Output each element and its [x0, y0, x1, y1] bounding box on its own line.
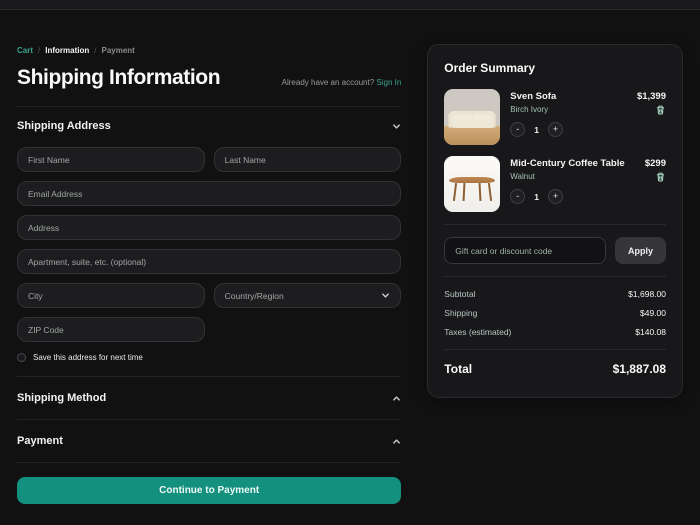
top-nav-bar [0, 0, 700, 10]
cart-item-sven-sofa: Sven Sofa $1,399 Birch Ivory - 1 + [444, 89, 666, 145]
table-illustration [444, 156, 501, 212]
save-address-checkbox-row[interactable]: Save this address for next time [17, 353, 401, 362]
divider [444, 349, 666, 350]
quantity-value: 1 [534, 124, 540, 135]
item-variant: Walnut [510, 172, 535, 181]
checkout-page: Cart / Information / Payment Shipping In… [0, 10, 700, 504]
order-summary-title: Order Summary [444, 61, 535, 75]
apply-button[interactable]: Apply [614, 237, 666, 264]
item-details: Mid-Century Coffee Table $299 Walnut - 1 [510, 156, 666, 212]
section-payment[interactable]: Payment [17, 420, 401, 462]
section-title: Payment [17, 435, 63, 447]
apartment-input[interactable] [17, 249, 402, 274]
item-variant: Birch Ivory [510, 105, 549, 114]
address-input[interactable] [17, 215, 402, 240]
breadcrumb-payment: Payment [101, 46, 135, 55]
breadcrumb-information: Information [45, 46, 90, 55]
shipping-row: Shipping $49.00 [444, 308, 666, 318]
order-summary-panel: Order Summary Sven Sofa $1,399 Birch Ivo… [427, 44, 683, 398]
email-input[interactable] [17, 181, 402, 206]
continue-to-payment-button[interactable]: Continue to Payment [17, 477, 402, 504]
grand-total-row: Total $1,887.08 [444, 362, 666, 376]
first-name-input[interactable] [17, 147, 205, 172]
total-value: $1,887.08 [612, 362, 666, 376]
country-select-label: Country/Region [224, 290, 284, 301]
save-address-label: Save this address for next time [33, 353, 143, 362]
product-image-coffee-table [444, 156, 501, 212]
trash-icon [656, 105, 665, 114]
remove-item-button[interactable] [655, 171, 666, 182]
chevron-down-icon [393, 123, 401, 129]
shipping-label: Shipping [444, 308, 478, 318]
decrease-quantity-button[interactable]: - [510, 122, 526, 137]
increase-quantity-button[interactable]: + [548, 122, 564, 137]
increase-quantity-button[interactable]: + [548, 189, 564, 204]
item-price: $1,399 [636, 91, 666, 102]
taxes-value: $140.08 [635, 327, 666, 337]
sign-in-link[interactable]: Sign In [376, 78, 401, 87]
divider [444, 276, 666, 277]
item-price: $299 [644, 158, 666, 169]
subtotal-value: $1,698.00 [628, 289, 666, 299]
chevron-down-icon [382, 293, 390, 298]
quantity-stepper: - 1 + [510, 122, 666, 137]
breadcrumb-cart[interactable]: Cart [17, 46, 33, 55]
sofa-illustration [444, 89, 501, 145]
taxes-row: Taxes (estimated) $140.08 [444, 327, 666, 337]
quantity-value: 1 [534, 191, 540, 202]
account-prompt-row: Already have an account? Sign In [282, 78, 402, 90]
total-label: Total [444, 362, 473, 376]
product-image-sofa [444, 89, 501, 145]
decrease-quantity-button[interactable]: - [510, 189, 526, 204]
shipping-address-form: Country/Region [17, 147, 402, 342]
breadcrumb: Cart / Information / Payment [17, 46, 401, 55]
trash-icon [656, 172, 665, 181]
breadcrumb-separator: / [94, 46, 97, 55]
shipping-form-column: Cart / Information / Payment Shipping In… [17, 10, 402, 504]
section-shipping-method[interactable]: Shipping Method [17, 377, 401, 419]
divider [444, 224, 666, 225]
remove-item-button[interactable] [655, 104, 666, 115]
city-input[interactable] [17, 283, 205, 308]
chevron-up-icon [393, 395, 401, 401]
section-title: Shipping Address [17, 120, 111, 132]
last-name-input[interactable] [213, 147, 402, 172]
zip-input[interactable] [17, 317, 205, 342]
divider [17, 462, 402, 463]
country-select[interactable]: Country/Region [213, 283, 402, 308]
section-shipping-address[interactable]: Shipping Address [17, 107, 401, 145]
shipping-value: $49.00 [640, 308, 666, 318]
section-title: Shipping Method [17, 392, 107, 404]
gift-card-row: Apply [444, 237, 666, 264]
page-header: Shipping Information Already have an acc… [17, 66, 401, 90]
cart-item-coffee-table: Mid-Century Coffee Table $299 Walnut - 1 [444, 156, 666, 212]
breadcrumb-separator: / [38, 46, 41, 55]
page-title: Shipping Information [17, 66, 221, 89]
subtotal-row: Subtotal $1,698.00 [444, 289, 666, 299]
account-prompt-text: Already have an account? [281, 78, 375, 87]
item-details: Sven Sofa $1,399 Birch Ivory - 1 + [510, 89, 666, 145]
item-name: Sven Sofa [510, 91, 557, 102]
subtotal-label: Subtotal [444, 289, 476, 299]
item-name: Mid-Century Coffee Table [510, 158, 625, 169]
chevron-up-icon [393, 438, 401, 444]
save-address-checkbox[interactable] [17, 353, 26, 362]
taxes-label: Taxes (estimated) [444, 327, 512, 337]
gift-card-input[interactable] [444, 237, 606, 264]
quantity-stepper: - 1 + [510, 189, 666, 204]
